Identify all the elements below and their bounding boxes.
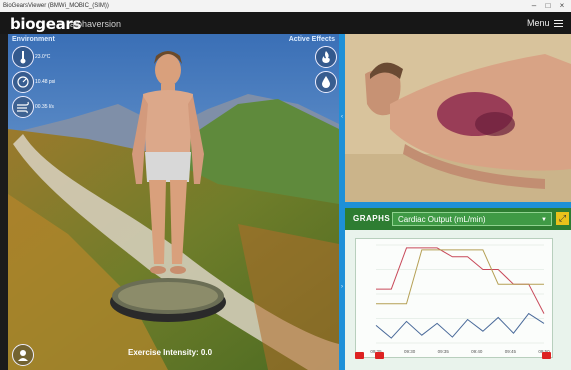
minimize-button[interactable]: – bbox=[527, 0, 541, 12]
injury-photo bbox=[345, 34, 571, 202]
maximize-button[interactable]: □ bbox=[541, 0, 555, 12]
x-tick-label: 09:30 bbox=[404, 349, 416, 354]
x-tick-label: 09:45 bbox=[505, 349, 517, 354]
pressure-gauge-icon[interactable] bbox=[12, 71, 34, 93]
wind-icon[interactable] bbox=[12, 96, 34, 118]
cardiac-output-chart: 09:2509:3009:3509:4009:4509:50 bbox=[370, 244, 550, 354]
graph-pause-button[interactable] bbox=[375, 352, 384, 359]
mountain-landscape-illustration bbox=[8, 34, 339, 370]
menu-button[interactable]: Menu bbox=[527, 18, 563, 29]
patient-profile-icon[interactable] bbox=[12, 344, 34, 366]
burn-effect-icon[interactable] bbox=[315, 46, 337, 68]
temperature-value: 23.0°C bbox=[35, 54, 51, 60]
window-titlebar: BioGearsViewer (BMWi_MOBIC_(SIM)) – □ × bbox=[0, 0, 571, 12]
x-tick-label: 09:35 bbox=[438, 349, 450, 354]
airflow-value: 00.35 l/s bbox=[35, 104, 54, 110]
graph-prev-button[interactable] bbox=[355, 352, 364, 359]
graphs-panel: GRAPHS Cardiac Output (mL/min) ▼ ⤢ 09:25… bbox=[345, 208, 571, 370]
environment-label: Environment bbox=[12, 36, 55, 43]
pressure-value: 10.48 psi bbox=[35, 79, 56, 85]
thermometer-icon[interactable] bbox=[12, 46, 34, 68]
hemorrhage-effect-icon[interactable] bbox=[315, 71, 337, 93]
graphs-title: GRAPHS bbox=[353, 214, 391, 223]
version-label: alphaversion bbox=[70, 19, 122, 29]
injured-patient-photo bbox=[345, 34, 571, 202]
chevron-down-icon: ▼ bbox=[541, 217, 547, 223]
graph-metric-selected: Cardiac Output (mL/min) bbox=[398, 215, 486, 224]
close-button[interactable]: × bbox=[555, 0, 569, 12]
app-header: biogears alphaversion Menu bbox=[0, 12, 571, 34]
hamburger-icon bbox=[554, 18, 563, 29]
expand-graph-icon[interactable]: ⤢ bbox=[556, 212, 569, 225]
graph-metric-dropdown[interactable]: Cardiac Output (mL/min) ▼ bbox=[392, 212, 552, 226]
graph-next-button[interactable] bbox=[542, 352, 551, 359]
window-title: BioGearsViewer (BMWi_MOBIC_(SIM)) bbox=[3, 3, 109, 9]
active-effects-label: Active Effects bbox=[288, 36, 335, 43]
graphs-header: GRAPHS Cardiac Output (mL/min) ▼ ⤢ bbox=[345, 208, 571, 230]
exercise-intensity-label: Exercise Intensity: 0.0 bbox=[128, 348, 213, 357]
graph-plot-area: 09:2509:3009:3509:4009:4509:50 bbox=[355, 238, 553, 358]
x-tick-label: 09:40 bbox=[471, 349, 483, 354]
series-line-2 bbox=[375, 312, 545, 339]
patient-3d-scene[interactable]: Environment Active Effects 23.0°C 10.48 … bbox=[8, 34, 339, 370]
menu-label: Menu bbox=[526, 18, 550, 28]
series-line-1 bbox=[376, 249, 544, 305]
